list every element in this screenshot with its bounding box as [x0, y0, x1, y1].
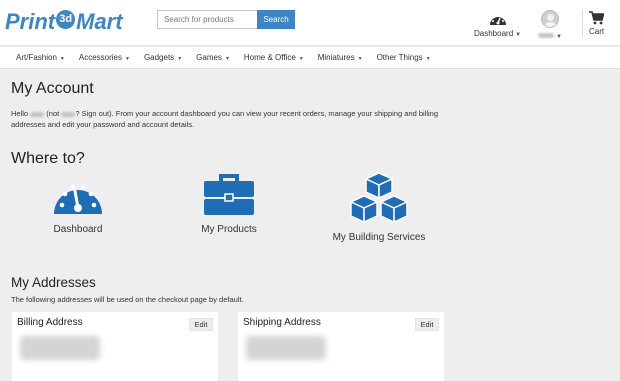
nav-item-games[interactable]: Games ▼: [196, 53, 230, 62]
cart-label: Cart: [589, 27, 605, 36]
nav-item-label: Games: [196, 53, 222, 62]
search-input[interactable]: [157, 10, 257, 29]
logo-3d-badge: 3d: [56, 9, 76, 29]
avatar-icon: [540, 10, 559, 28]
tile-label: My Building Services: [332, 232, 426, 243]
billing-address-card: Billing Address Edit: [12, 312, 218, 381]
logo-text-mart: Mart: [76, 9, 123, 34]
intro-hello: Hello: [11, 109, 29, 118]
tile-dashboard[interactable]: Dashboard: [48, 176, 108, 235]
username-redacted: [30, 111, 45, 117]
cart-link[interactable]: Cart: [589, 11, 604, 36]
logo-text-print: Print: [5, 9, 56, 34]
nav-item-other-things[interactable]: Other Things ▼: [377, 53, 431, 62]
chevron-down-icon: ▼: [59, 56, 65, 62]
search-bar: Search: [157, 10, 295, 29]
billing-address-title: Billing Address: [17, 317, 83, 328]
nav-item-label: Art/Fashion: [16, 53, 57, 62]
intro-rest: ? Sign out). From your account dashboard…: [11, 109, 439, 129]
chevron-down-icon: ▼: [298, 56, 304, 62]
tile-my-products[interactable]: My Products: [196, 172, 262, 235]
header-divider: [582, 10, 583, 36]
nav-item-gadgets[interactable]: Gadgets ▼: [144, 53, 182, 62]
nav-item-accessories[interactable]: Accessories ▼: [79, 53, 130, 62]
search-button[interactable]: Search: [257, 10, 295, 29]
intro-not: (not: [46, 109, 60, 118]
account-intro: Hello (not ? Sign out). From your accoun…: [11, 108, 451, 130]
tile-label: Dashboard: [53, 224, 103, 235]
where-to-heading: Where to?: [11, 150, 85, 167]
nav-item-label: Gadgets: [143, 53, 175, 62]
shipping-address-redacted: [246, 336, 326, 360]
speedometer-icon: [489, 14, 506, 25]
addresses-heading: My Addresses: [11, 275, 96, 290]
speedometer-icon: [54, 184, 102, 214]
username-redacted: [538, 33, 554, 38]
printmart-logo[interactable]: Print 3d Mart: [5, 9, 123, 35]
chevron-down-icon: ▼: [556, 34, 562, 40]
addresses-note: The following addresses will be used on …: [11, 295, 244, 304]
nav-item-label: Accessories: [78, 53, 122, 62]
dashboard-menu[interactable]: Dashboard ▼: [474, 12, 521, 38]
category-nav: Art/Fashion ▼ Accessories ▼ Gadgets ▼ Games…: [0, 47, 620, 69]
shipping-address-card: Shipping Address Edit: [238, 312, 444, 381]
nav-item-label: Other Things: [376, 53, 423, 62]
tile-my-building-services[interactable]: My Building Services: [329, 172, 429, 243]
cubes-icon: [350, 172, 408, 223]
shipping-address-title: Shipping Address: [243, 317, 321, 328]
cart-icon: [589, 11, 605, 25]
nav-item-miniatures[interactable]: Miniatures ▼: [318, 53, 363, 62]
nav-item-home-office[interactable]: Home & Office ▼: [244, 53, 304, 62]
chevron-down-icon: ▼: [515, 32, 522, 38]
chevron-down-icon: ▼: [177, 56, 183, 62]
username-redacted: [61, 111, 76, 117]
chevron-down-icon: ▼: [224, 56, 230, 62]
edit-shipping-button[interactable]: Edit: [415, 318, 439, 331]
site-header: Print 3d Mart Search Dashboard▼ ▼: [0, 0, 620, 46]
user-menu[interactable]: ▼: [538, 10, 562, 40]
tile-label: My Products: [201, 224, 257, 235]
nav-item-art-fashion[interactable]: Art/Fashion ▼: [16, 53, 65, 62]
briefcase-icon: [204, 174, 254, 215]
nav-item-label: Miniatures: [317, 53, 355, 62]
dashboard-menu-label: Dashboard: [474, 29, 514, 38]
billing-address-redacted: [20, 336, 100, 360]
chevron-down-icon: ▼: [425, 56, 431, 62]
edit-billing-button[interactable]: Edit: [189, 318, 213, 331]
nav-item-label: Home & Office: [243, 53, 296, 62]
chevron-down-icon: ▼: [124, 56, 130, 62]
page-title: My Account: [11, 80, 94, 97]
chevron-down-icon: ▼: [357, 56, 363, 62]
